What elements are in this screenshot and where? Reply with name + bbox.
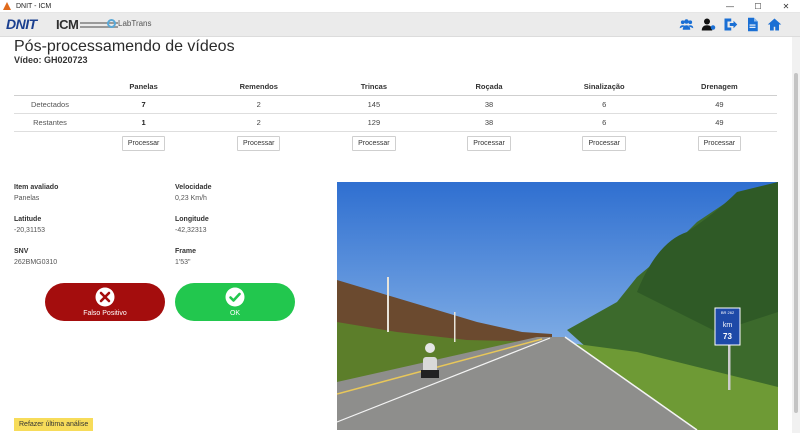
app-icon (3, 1, 12, 11)
km-sign-number: 73 (723, 332, 732, 341)
scrollbar-thumb[interactable] (794, 73, 798, 413)
maximize-button[interactable]: ☐ (744, 0, 772, 13)
vertical-scrollbar[interactable] (792, 37, 800, 433)
table-cell: 7 (86, 95, 202, 114)
detail-label: Latitude (14, 216, 42, 223)
labtrans-logo-text: LabTrans (118, 19, 152, 28)
app-header: DNIT ICM LabTrans (0, 13, 800, 37)
detail-speed: Velocidade 0,23 Km/h (175, 184, 212, 202)
detail-snv: SNV 262BMG0310 (14, 248, 57, 266)
km-sign-label: km (722, 322, 733, 329)
icm-logo-text: ICM (56, 17, 79, 32)
window-controls: — ☐ ✕ (716, 0, 800, 13)
column-header: Drenagem (661, 78, 777, 96)
ok-button[interactable]: OK (175, 283, 295, 321)
column-header: Panelas (86, 78, 202, 96)
km-sign-top: BR 262 (720, 310, 735, 315)
process-drenagem-button[interactable]: Processar (697, 135, 742, 151)
detail-value: 0,23 Km/h (175, 195, 207, 202)
process-sinalizacao-button[interactable]: Processar (582, 135, 626, 151)
detail-frame: Frame 1'53" (175, 248, 196, 266)
table-cell: 129 (316, 113, 432, 132)
table-cell: Processar (431, 131, 546, 155)
detail-value: 262BMG0310 (14, 259, 58, 266)
table-cell: 49 (661, 113, 777, 132)
ok-label: OK (229, 310, 241, 317)
false-positive-button[interactable]: Falso Positivo (45, 283, 165, 321)
table-cell: Processar (316, 131, 431, 155)
detail-item: Item avaliado Panelas (14, 184, 58, 202)
table-cell: 38 (431, 113, 547, 132)
process-remendos-button[interactable]: Processar (236, 135, 281, 151)
table-cell-empty (14, 131, 86, 155)
process-trincas-button[interactable]: Processar (352, 135, 396, 151)
detail-value: -20,31153 (14, 227, 46, 234)
header-actions (678, 16, 782, 32)
false-positive-label: Falso Positivo (83, 310, 127, 317)
detail-label: Item avaliado (14, 184, 59, 191)
table-cell: 38 (431, 95, 547, 114)
detail-label: Longitude (175, 216, 209, 223)
table-row-detectados: Detectados 7 2 145 38 6 49 (14, 95, 777, 114)
close-button[interactable]: ✕ (772, 0, 800, 13)
video-label: Vídeo: GH020723 (14, 55, 88, 65)
team-icon[interactable] (678, 16, 694, 32)
table-cell: 6 (546, 113, 662, 132)
table-cell: 2 (201, 113, 317, 132)
column-header: Sinalização (546, 78, 662, 96)
process-panelas-button[interactable]: Processar (121, 135, 166, 151)
table-header-empty (14, 78, 86, 96)
column-header: Roçada (431, 78, 547, 96)
detections-table: Panelas Remendos Trincas Roçada Sinaliza… (14, 78, 777, 155)
table-cell: Processar (201, 131, 316, 155)
minimize-button[interactable]: — (716, 0, 744, 13)
close-circle-icon (95, 287, 115, 307)
detail-label: SNV (14, 248, 29, 255)
redo-last-analysis-button[interactable]: Refazer última análise (14, 418, 94, 431)
document-icon[interactable] (744, 16, 760, 32)
table-cell: 49 (661, 95, 777, 114)
table-cell: 2 (201, 95, 317, 114)
detail-value: -42,32313 (175, 227, 207, 234)
home-icon[interactable] (766, 16, 782, 32)
table-cell: 1 (86, 113, 202, 132)
table-actions-row: Processar Processar Processar Processar … (14, 131, 777, 155)
row-label: Detectados (14, 95, 86, 114)
row-label: Restantes (14, 113, 86, 132)
detail-longitude: Longitude -42,32313 (175, 216, 209, 234)
user-settings-icon[interactable] (700, 16, 716, 32)
column-header: Trincas (316, 78, 432, 96)
sign-out-icon[interactable] (722, 16, 738, 32)
table-cell: Processar (662, 131, 777, 155)
check-circle-icon (225, 287, 245, 307)
labtrans-ring-icon (107, 19, 116, 28)
detail-value: Panelas (14, 195, 40, 202)
table-cell: 6 (546, 95, 662, 114)
table-cell: Processar (86, 131, 201, 155)
table-cell: 145 (316, 95, 432, 114)
dnit-logo: DNIT (6, 16, 37, 32)
detail-label: Frame (175, 248, 197, 255)
detail-latitude: Latitude -20,31153 (14, 216, 45, 234)
detail-label: Velocidade (175, 184, 212, 191)
detail-value: 1'53" (175, 259, 191, 266)
table-row-restantes: Restantes 1 2 129 38 6 49 (14, 113, 777, 132)
process-rocada-button[interactable]: Processar (467, 135, 511, 151)
video-frame-image: BR 262 km 73 (337, 182, 778, 430)
page-title: Pós-processamendo de vídeos (14, 38, 235, 55)
window-titlebar: DNIT - ICM — ☐ ✕ (0, 0, 800, 13)
table-cell: Processar (547, 131, 662, 155)
window-title: DNIT - ICM (16, 2, 52, 10)
table-header-row: Panelas Remendos Trincas Roçada Sinaliza… (14, 78, 777, 96)
labtrans-logo: LabTrans (107, 19, 152, 28)
column-header: Remendos (201, 78, 317, 96)
